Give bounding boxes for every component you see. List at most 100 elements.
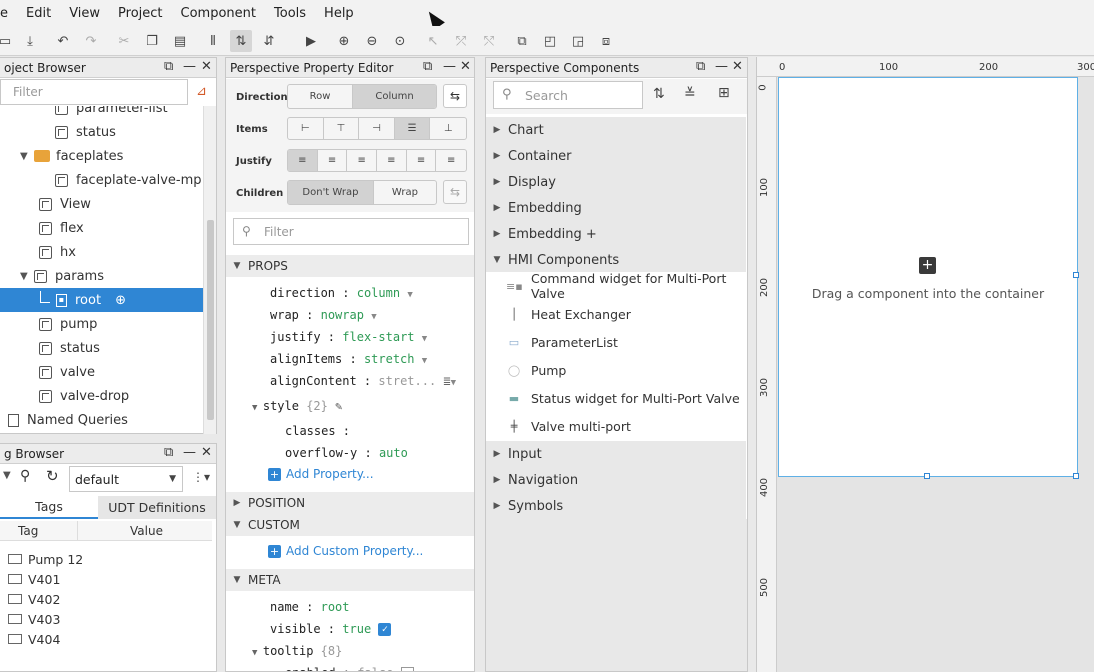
- prop-value[interactable]: auto: [379, 446, 408, 460]
- category-embedding[interactable]: ▶ Embedding: [486, 195, 746, 221]
- zoom-fit-icon[interactable]: ⊙: [389, 30, 411, 52]
- prop-overflow-y[interactable]: overflow-y : auto: [285, 446, 408, 460]
- justify-around-icon[interactable]: ≡: [407, 150, 437, 171]
- unbind-icon[interactable]: ⤲: [478, 30, 500, 52]
- minimize-icon[interactable]: —: [183, 59, 196, 74]
- collapse-all-icon[interactable]: ≚: [684, 86, 696, 102]
- tree-item-selected[interactable]: ▪ root ⊕: [0, 288, 203, 312]
- add-property-link[interactable]: + Add Property...: [268, 467, 374, 481]
- prop-value[interactable]: flex-start: [342, 330, 414, 344]
- category-embedding-plus[interactable]: ▶ Embedding +: [486, 221, 746, 247]
- refresh-icon[interactable]: ↻: [46, 467, 59, 485]
- reverse-direction-icon[interactable]: ⇆: [443, 84, 467, 108]
- prop-tooltip[interactable]: ▼ tooltip {8}: [252, 644, 342, 658]
- close-icon[interactable]: ✕: [460, 59, 471, 74]
- resize-mode-icon[interactable]: ⇅: [230, 30, 252, 52]
- chevron-down-icon[interactable]: ▼: [20, 151, 34, 162]
- justify-center-icon[interactable]: ≡: [318, 150, 348, 171]
- align-end-icon[interactable]: ⊣: [359, 118, 395, 139]
- chevron-down-icon[interactable]: ▼: [20, 271, 34, 282]
- undo-icon[interactable]: ↶: [52, 30, 74, 52]
- dropdown-arrow-icon[interactable]: ▼: [3, 470, 11, 481]
- deep-select-icon[interactable]: ⫴: [202, 30, 224, 52]
- component-item[interactable]: ▬ Status widget for Multi-Port Valve: [486, 384, 746, 412]
- minimize-icon[interactable]: —: [183, 445, 196, 460]
- minimize-icon[interactable]: —: [715, 59, 728, 74]
- menu-help[interactable]: Help: [315, 6, 363, 21]
- grid-view-icon[interactable]: ⊞: [718, 85, 730, 101]
- list-icon[interactable]: ≣: [443, 374, 450, 388]
- prop-alignitems[interactable]: alignItems : stretch ▼: [270, 352, 427, 366]
- property-filter-input[interactable]: ⚲ Filter: [233, 218, 469, 245]
- align-baseline-icon[interactable]: ⊥: [430, 118, 466, 139]
- menu-view[interactable]: View: [60, 6, 109, 21]
- column-header-tag[interactable]: Tag: [18, 524, 38, 538]
- table-row[interactable]: V402: [8, 589, 60, 609]
- category-hmi-components[interactable]: ▼ HMI Components: [486, 247, 746, 273]
- props-section-header[interactable]: ▼ PROPS: [226, 255, 474, 277]
- justify-start-icon[interactable]: ≡: [288, 150, 318, 171]
- prop-value[interactable]: stret...: [378, 374, 436, 388]
- direction-row-button[interactable]: Row: [288, 85, 354, 108]
- tree-item[interactable]: ▼ params: [20, 264, 104, 288]
- tree-item[interactable]: View: [39, 192, 91, 216]
- tree-item[interactable]: flex: [39, 216, 84, 240]
- layer-icon[interactable]: ⧉: [511, 30, 533, 52]
- justify-evenly-icon[interactable]: ≡: [436, 150, 466, 171]
- tree-item[interactable]: valve: [39, 360, 95, 384]
- copy-icon[interactable]: ❐: [141, 30, 163, 52]
- component-item[interactable]: ╪ Valve multi-port: [486, 412, 746, 440]
- align-center-icon[interactable]: ⊤: [324, 118, 360, 139]
- bind-icon[interactable]: ⤱: [450, 30, 472, 52]
- resize-handle-corner[interactable]: [1073, 473, 1079, 479]
- zoom-out-icon[interactable]: ⊖: [361, 30, 383, 52]
- table-row[interactable]: Pump 12: [8, 549, 83, 569]
- tree-item[interactable]: status: [39, 336, 100, 360]
- justify-end-icon[interactable]: ≡: [347, 150, 378, 171]
- tag-provider-select[interactable]: default ▼: [69, 466, 183, 492]
- chevron-down-icon[interactable]: ▼: [422, 334, 427, 344]
- menu-tools[interactable]: Tools: [265, 6, 315, 21]
- category-input[interactable]: ▶ Input: [486, 441, 746, 467]
- close-icon[interactable]: ✕: [201, 445, 212, 460]
- wrap-button[interactable]: Wrap: [374, 181, 436, 204]
- prop-aligncontent[interactable]: alignContent : stret... ≣▼: [270, 374, 456, 388]
- align-stretch-icon[interactable]: ☰: [394, 118, 431, 139]
- justify-between-icon[interactable]: ≡: [377, 150, 407, 171]
- checkbox-checked-icon[interactable]: ✓: [378, 623, 392, 636]
- prop-direction[interactable]: direction : column ▼: [270, 286, 413, 300]
- add-component-icon[interactable]: +: [919, 257, 936, 274]
- tree-item[interactable]: hx: [39, 240, 76, 264]
- save-all-icon[interactable]: ⤓: [19, 30, 41, 52]
- category-display[interactable]: ▶ Display: [486, 169, 746, 195]
- menu-edit[interactable]: Edit: [17, 6, 60, 21]
- table-row[interactable]: V401: [8, 569, 60, 589]
- prop-value[interactable]: false: [357, 666, 393, 671]
- pointer-icon[interactable]: ↖: [422, 30, 444, 52]
- project-scrollbar[interactable]: [203, 106, 216, 434]
- minimize-icon[interactable]: —: [443, 59, 456, 74]
- component-item[interactable]: ◯ Pump: [486, 356, 746, 384]
- save-icon[interactable]: ▭: [0, 30, 16, 52]
- prop-value[interactable]: stretch: [364, 352, 415, 366]
- custom-section-header[interactable]: ▼ CUSTOM: [226, 514, 474, 536]
- float-icon[interactable]: ⧉: [696, 59, 705, 74]
- kebab-menu-icon[interactable]: ⋮▾: [192, 470, 210, 484]
- chevron-down-icon[interactable]: ▼: [407, 290, 412, 300]
- chevron-down-icon[interactable]: ▼: [252, 403, 263, 413]
- chevron-down-icon[interactable]: ▼: [422, 356, 427, 366]
- send-back-icon[interactable]: ◲: [567, 30, 589, 52]
- sort-icon[interactable]: ⇅: [653, 86, 665, 102]
- filter-options-icon[interactable]: ⊿: [196, 84, 207, 99]
- menu-project[interactable]: Project: [109, 6, 171, 21]
- prop-enabled[interactable]: enabled : false: [285, 666, 414, 671]
- category-navigation[interactable]: ▶ Navigation: [486, 467, 746, 493]
- menu-file[interactable]: e: [0, 6, 17, 21]
- category-container[interactable]: ▶ Container: [486, 143, 746, 169]
- component-search-input[interactable]: ⚲ Search: [493, 81, 643, 109]
- checkbox-unchecked-icon[interactable]: [400, 667, 414, 671]
- group-icon[interactable]: ⧈: [595, 30, 617, 52]
- category-symbols[interactable]: ▶ Symbols: [486, 493, 746, 519]
- reverse-wrap-icon[interactable]: ⇆: [443, 180, 467, 204]
- prop-value[interactable]: column: [357, 286, 400, 300]
